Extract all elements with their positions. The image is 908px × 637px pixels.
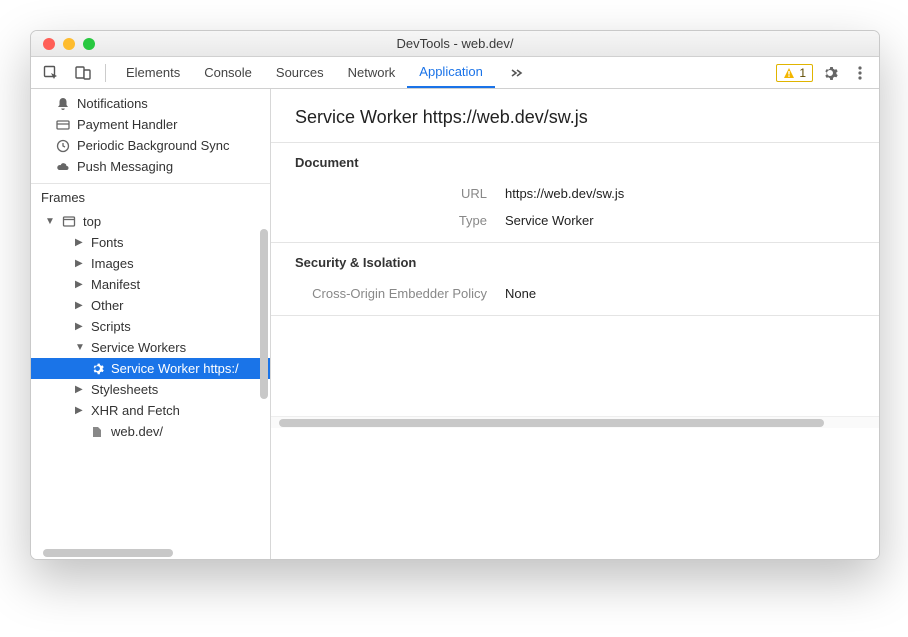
sidebar-vertical-scrollbar[interactable] <box>260 229 268 399</box>
tree-item-webdev[interactable]: web.dev/ <box>31 421 270 442</box>
sidebar-item-push-messaging[interactable]: Push Messaging <box>31 156 270 177</box>
titlebar: DevTools - web.dev/ <box>31 31 879 57</box>
expand-icon[interactable]: ▶ <box>75 300 85 311</box>
gear-icon <box>89 362 105 375</box>
expand-icon[interactable]: ▶ <box>75 258 85 269</box>
security-section-title: Security & Isolation <box>295 255 855 280</box>
kv-key: Cross-Origin Embedder Policy <box>295 286 505 301</box>
window-title: DevTools - web.dev/ <box>31 36 879 51</box>
expand-icon[interactable]: ▶ <box>75 237 85 248</box>
kv-key: Type <box>295 213 505 228</box>
tree-item-top[interactable]: ▼ top <box>31 211 270 232</box>
document-section: Document URL https://web.dev/sw.js Type … <box>271 142 879 242</box>
page-title: Service Worker https://web.dev/sw.js <box>271 89 879 142</box>
cloud-icon <box>55 160 71 174</box>
tree-item-label: XHR and Fetch <box>91 403 180 418</box>
expand-icon[interactable]: ▼ <box>45 216 55 227</box>
tree-item-service-worker-selected[interactable]: Service Worker https:/ <box>31 358 270 379</box>
settings-icon[interactable] <box>817 65 843 81</box>
device-toolbar-icon[interactable] <box>69 61 97 85</box>
clock-icon <box>55 139 71 153</box>
sidebar-item-label: Notifications <box>77 96 148 111</box>
expand-icon[interactable]: ▶ <box>75 321 85 332</box>
scrollbar-thumb[interactable] <box>279 419 824 427</box>
sidebar-item-notifications[interactable]: Notifications <box>31 93 270 114</box>
expand-icon[interactable]: ▶ <box>75 279 85 290</box>
tree-item-fonts[interactable]: ▶ Fonts <box>31 232 270 253</box>
warnings-badge[interactable]: 1 <box>776 64 813 82</box>
kv-value: None <box>505 286 536 301</box>
tree-item-label: Service Worker https:/ <box>111 361 239 376</box>
more-menu-icon[interactable] <box>847 65 873 81</box>
tree-item-images[interactable]: ▶ Images <box>31 253 270 274</box>
sidebar-item-label: Payment Handler <box>77 117 177 132</box>
tree-item-label: Fonts <box>91 235 124 250</box>
tab-elements[interactable]: Elements <box>114 57 192 88</box>
file-icon <box>89 426 105 438</box>
tree-item-label: Service Workers <box>91 340 186 355</box>
tree-item-label: Scripts <box>91 319 131 334</box>
tabs-overflow-icon[interactable] <box>499 66 533 80</box>
sidebar: Notifications Payment Handler Periodic B… <box>31 89 271 559</box>
tree-item-label: web.dev/ <box>111 424 163 439</box>
tree-item-service-workers[interactable]: ▼ Service Workers <box>31 337 270 358</box>
tree-item-label: Images <box>91 256 134 271</box>
tab-sources[interactable]: Sources <box>264 57 336 88</box>
sidebar-horizontal-scrollbar[interactable] <box>43 549 173 557</box>
tab-network[interactable]: Network <box>336 57 408 88</box>
tree-item-other[interactable]: ▶ Other <box>31 295 270 316</box>
warnings-count: 1 <box>799 66 806 80</box>
tree-item-scripts[interactable]: ▶ Scripts <box>31 316 270 337</box>
card-icon <box>55 118 71 132</box>
body: Notifications Payment Handler Periodic B… <box>31 89 879 559</box>
toolbar-divider <box>105 64 106 82</box>
tree-item-stylesheets[interactable]: ▶ Stylesheets <box>31 379 270 400</box>
tree-item-label: Manifest <box>91 277 140 292</box>
main-horizontal-scrollbar[interactable] <box>271 416 879 428</box>
sidebar-item-periodic-bg-sync[interactable]: Periodic Background Sync <box>31 135 270 156</box>
inspect-element-icon[interactable] <box>37 61 65 85</box>
panel-tabs: Elements Console Sources Network Applica… <box>114 57 495 88</box>
kv-value: https://web.dev/sw.js <box>505 186 624 201</box>
window-icon <box>61 215 77 229</box>
kv-coep: Cross-Origin Embedder Policy None <box>295 280 855 307</box>
tab-console[interactable]: Console <box>192 57 264 88</box>
frames-section-header: Frames <box>31 183 270 211</box>
sidebar-item-label: Push Messaging <box>77 159 173 174</box>
bell-icon <box>55 97 71 111</box>
devtools-window: DevTools - web.dev/ Elements Console Sou… <box>30 30 880 560</box>
tree-item-label: top <box>83 214 101 229</box>
document-section-title: Document <box>295 155 855 180</box>
expand-icon[interactable]: ▶ <box>75 384 85 395</box>
expand-icon[interactable]: ▼ <box>75 342 85 353</box>
tab-application[interactable]: Application <box>407 57 495 88</box>
tree-item-label: Stylesheets <box>91 382 158 397</box>
toolbar: Elements Console Sources Network Applica… <box>31 57 879 89</box>
kv-url: URL https://web.dev/sw.js <box>295 180 855 207</box>
main-panel: Service Worker https://web.dev/sw.js Doc… <box>271 89 879 559</box>
kv-key: URL <box>295 186 505 201</box>
kv-type: Type Service Worker <box>295 207 855 234</box>
security-section: Security & Isolation Cross-Origin Embedd… <box>271 242 879 316</box>
tree-item-manifest[interactable]: ▶ Manifest <box>31 274 270 295</box>
sidebar-item-label: Periodic Background Sync <box>77 138 229 153</box>
tree-item-xhr-fetch[interactable]: ▶ XHR and Fetch <box>31 400 270 421</box>
expand-icon[interactable]: ▶ <box>75 405 85 416</box>
tree-item-label: Other <box>91 298 124 313</box>
sidebar-item-payment-handler[interactable]: Payment Handler <box>31 114 270 135</box>
kv-value: Service Worker <box>505 213 594 228</box>
